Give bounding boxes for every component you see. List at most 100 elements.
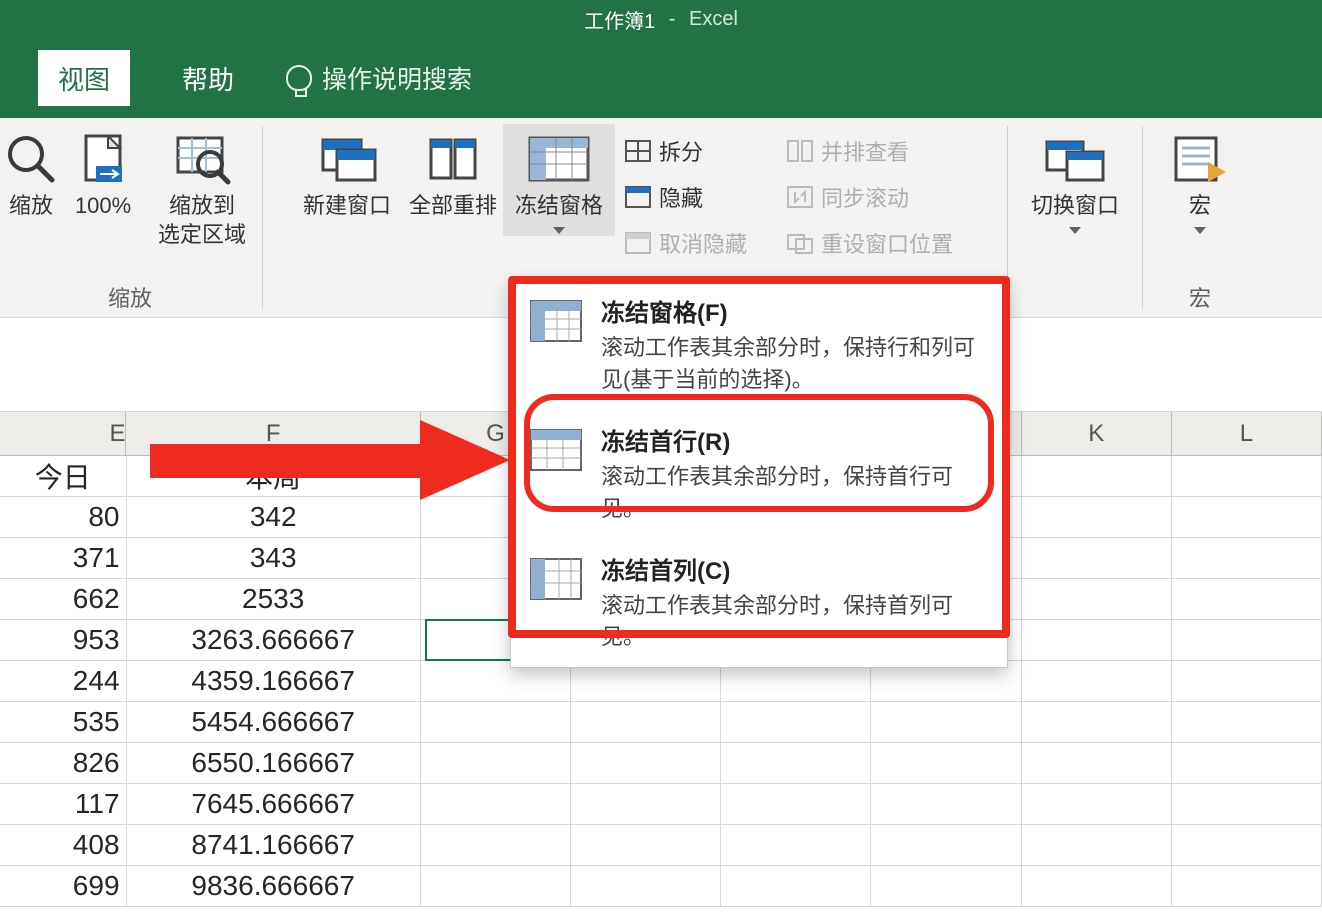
switch-windows-icon (1043, 130, 1107, 188)
cell[interactable] (721, 743, 871, 784)
zoom-100-button[interactable]: 100% (61, 124, 145, 223)
cell[interactable]: 5454.666667 (127, 702, 421, 743)
cell[interactable] (1172, 456, 1322, 497)
cell[interactable] (721, 784, 871, 825)
cell[interactable]: 6550.166667 (127, 743, 421, 784)
cell[interactable]: 244 (0, 661, 127, 702)
cell[interactable] (421, 866, 571, 907)
freeze-panes-button[interactable]: 冻结窗格 (503, 124, 615, 236)
cell[interactable] (571, 825, 721, 866)
cell[interactable] (1172, 497, 1322, 538)
cell[interactable]: 2533 (127, 579, 421, 620)
cell[interactable] (571, 784, 721, 825)
magnifier-icon (6, 130, 56, 188)
cell[interactable] (1172, 620, 1322, 661)
freeze-top-row-option[interactable]: 冻结首行(R) 滚动工作表其余部分时，保持首行可见。 (511, 410, 1007, 539)
sync-scroll-icon (787, 186, 813, 208)
cell[interactable] (1022, 825, 1172, 866)
arrange-all-button[interactable]: 全部重排 (405, 124, 501, 223)
switch-windows-button[interactable]: 切换窗口 (1015, 124, 1135, 236)
cell[interactable]: 343 (127, 538, 421, 579)
cell[interactable] (871, 784, 1021, 825)
col-header-L[interactable]: L (1172, 412, 1322, 455)
split-icon (625, 140, 651, 162)
col-header-E[interactable]: E (0, 412, 126, 455)
cell[interactable]: 117 (0, 784, 127, 825)
cell[interactable]: 699 (0, 866, 127, 907)
cell[interactable] (1022, 743, 1172, 784)
cell[interactable] (871, 743, 1021, 784)
cell[interactable] (1172, 743, 1322, 784)
cell[interactable] (421, 743, 571, 784)
cell[interactable] (871, 702, 1021, 743)
tell-me-label: 操作说明搜索 (322, 60, 472, 96)
cell[interactable] (871, 866, 1021, 907)
freeze-panes-option[interactable]: 冻结窗格(F) 滚动工作表其余部分时，保持行和列可见(基于当前的选择)。 (511, 281, 1007, 410)
cell[interactable] (1022, 538, 1172, 579)
freeze-first-column-option[interactable]: 冻结首列(C) 滚动工作表其余部分时，保持首列可见。 (511, 539, 1007, 668)
stack-split-hide: 拆分 隐藏 取消隐藏 (617, 124, 777, 264)
cell[interactable] (1022, 579, 1172, 620)
ribbon-group-switch-window: 切换窗口 (1010, 118, 1140, 317)
cell[interactable] (1172, 661, 1322, 702)
freeze-top-row-desc: 滚动工作表其余部分时，保持首行可见。 (601, 461, 991, 525)
tell-me-search[interactable]: 操作说明搜索 (286, 60, 472, 96)
cell[interactable] (1172, 702, 1322, 743)
cell[interactable] (721, 866, 871, 907)
cell[interactable] (421, 825, 571, 866)
cell[interactable] (1022, 456, 1172, 497)
hide-icon (625, 186, 651, 208)
cell[interactable]: 3263.666667 (127, 620, 421, 661)
cell[interactable]: 80 (0, 497, 127, 538)
cell[interactable] (1172, 825, 1322, 866)
cell[interactable] (421, 784, 571, 825)
cell[interactable] (721, 702, 871, 743)
cell[interactable] (421, 702, 571, 743)
cell[interactable]: 535 (0, 702, 127, 743)
ribbon-separator (1142, 126, 1143, 309)
cell[interactable] (571, 702, 721, 743)
cell[interactable] (571, 866, 721, 907)
zoom-to-selection-button[interactable]: 缩放到选定区域 (147, 124, 257, 251)
cell[interactable]: 本周 (127, 456, 421, 497)
cell[interactable] (1172, 866, 1322, 907)
document-title: 工作簿1 (584, 5, 655, 34)
new-window-button[interactable]: 新建窗口 (291, 124, 403, 223)
table-row: 1177645.666667 (0, 784, 1322, 825)
cell[interactable]: 今日 (0, 456, 127, 497)
cell[interactable]: 408 (0, 825, 127, 866)
freeze-panes-dropdown: 冻结窗格(F) 滚动工作表其余部分时，保持行和列可见(基于当前的选择)。 冻结首… (510, 280, 1008, 668)
col-header-F[interactable]: F (126, 412, 420, 455)
hide-button[interactable]: 隐藏 (617, 176, 777, 218)
cell[interactable]: 8741.166667 (127, 825, 421, 866)
cell[interactable]: 9836.666667 (127, 866, 421, 907)
col-header-K[interactable]: K (1022, 412, 1172, 455)
cell[interactable] (721, 825, 871, 866)
cell[interactable]: 371 (0, 538, 127, 579)
ribbon-separator (262, 126, 263, 309)
cell[interactable]: 342 (127, 497, 421, 538)
freeze-panes-desc: 滚动工作表其余部分时，保持行和列可见(基于当前的选择)。 (601, 332, 991, 396)
split-button[interactable]: 拆分 (617, 130, 777, 172)
cell[interactable]: 7645.666667 (127, 784, 421, 825)
cell[interactable] (1022, 497, 1172, 538)
cell[interactable]: 4359.166667 (127, 661, 421, 702)
cell[interactable] (1172, 538, 1322, 579)
cell[interactable] (1022, 784, 1172, 825)
tab-view[interactable]: 视图 (38, 50, 130, 106)
lightbulb-icon (286, 65, 312, 91)
macros-button[interactable]: 宏 (1150, 124, 1250, 236)
cell[interactable] (1022, 620, 1172, 661)
cell[interactable] (1172, 784, 1322, 825)
tab-help[interactable]: 帮助 (162, 50, 254, 106)
cell[interactable] (571, 743, 721, 784)
cell[interactable] (1022, 866, 1172, 907)
cell[interactable]: 953 (0, 620, 127, 661)
cell[interactable] (1172, 579, 1322, 620)
cell[interactable] (1022, 702, 1172, 743)
cell[interactable]: 662 (0, 579, 127, 620)
zoom-button[interactable]: 缩放 (3, 124, 59, 223)
cell[interactable]: 826 (0, 743, 127, 784)
cell[interactable] (871, 825, 1021, 866)
cell[interactable] (1022, 661, 1172, 702)
